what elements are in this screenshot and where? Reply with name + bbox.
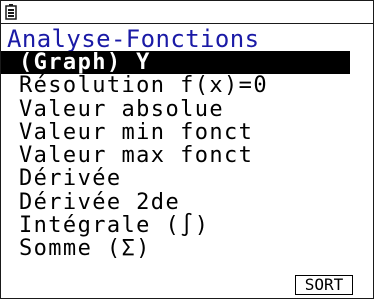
menu-item-graph-y[interactable]: (Graph) Y xyxy=(1,51,350,74)
menu-item-derivee[interactable]: Dérivée xyxy=(1,167,361,191)
menu-item-valeur-absolue[interactable]: Valeur absolue xyxy=(1,97,361,121)
function-analysis-menu: (Graph) Y Résolution f(x)=0 Valeur absol… xyxy=(1,51,373,261)
status-bar xyxy=(1,1,373,24)
sort-softkey[interactable]: SORT xyxy=(295,275,353,295)
menu-item-valeur-min-fonct[interactable]: Valeur min fonct xyxy=(1,121,361,145)
battery-icon xyxy=(5,4,17,20)
menu-item-valeur-max-fonct[interactable]: Valeur max fonct xyxy=(1,144,361,168)
menu-item-derivee-2de[interactable]: Dérivée 2de xyxy=(1,190,361,214)
menu-item-resolution-f-x-0[interactable]: Résolution f(x)=0 xyxy=(1,74,361,98)
menu-item-somme[interactable]: Somme (Σ) xyxy=(1,237,361,261)
menu-title: Analyse-Fonctions xyxy=(7,25,260,53)
calculator-screen: Analyse-Fonctions (Graph) Y Résolution f… xyxy=(0,0,374,299)
menu-item-integrale[interactable]: Intégrale (∫) xyxy=(1,214,361,238)
